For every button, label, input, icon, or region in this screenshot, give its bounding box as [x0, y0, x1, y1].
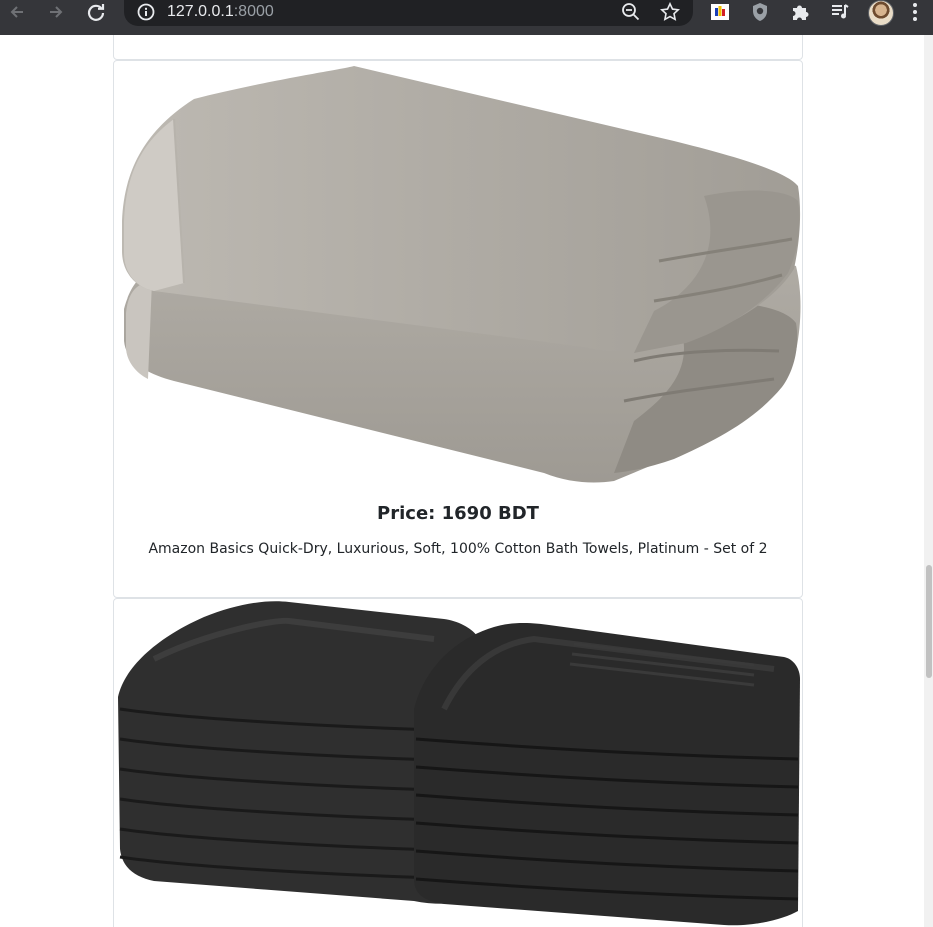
product-card-previous — [113, 35, 803, 60]
product-card[interactable]: Price: 1690 BDT Amazon Basics Quick-Dry,… — [113, 60, 803, 598]
browser-toolbar: 127.0.0.1:8000 — [0, 0, 933, 35]
url-host: 127.0.0.1 — [167, 3, 234, 20]
url-text[interactable]: 127.0.0.1:8000 — [167, 2, 274, 22]
forward-icon[interactable] — [41, 0, 71, 24]
back-icon[interactable] — [2, 0, 32, 24]
address-bar[interactable]: 127.0.0.1:8000 — [124, 0, 693, 26]
profile-avatar[interactable] — [868, 0, 894, 26]
product-image-black-washcloths[interactable] — [114, 599, 802, 927]
page-content: Price: 1690 BDT Amazon Basics Quick-Dry,… — [0, 35, 933, 927]
product-title[interactable]: Amazon Basics Quick-Dry, Luxurious, Soft… — [114, 541, 802, 557]
page-scrollbar-thumb[interactable] — [926, 565, 932, 678]
zoom-icon[interactable] — [621, 2, 641, 26]
menu-dots-icon[interactable] — [912, 2, 918, 26]
product-image-gray-towels[interactable] — [114, 61, 802, 486]
star-icon[interactable] — [659, 1, 681, 26]
reload-icon[interactable] — [81, 0, 111, 24]
product-card[interactable] — [113, 598, 803, 927]
puzzle-icon[interactable] — [789, 1, 811, 23]
media-playlist-icon[interactable] — [829, 1, 851, 23]
page-scrollbar-track[interactable] — [924, 35, 933, 927]
product-price: Price: 1690 BDT — [377, 503, 539, 524]
extension-flag-icon[interactable] — [709, 1, 731, 23]
extension-shield-icon[interactable] — [749, 1, 771, 23]
info-icon[interactable] — [137, 3, 155, 25]
url-port: :8000 — [233, 3, 274, 20]
